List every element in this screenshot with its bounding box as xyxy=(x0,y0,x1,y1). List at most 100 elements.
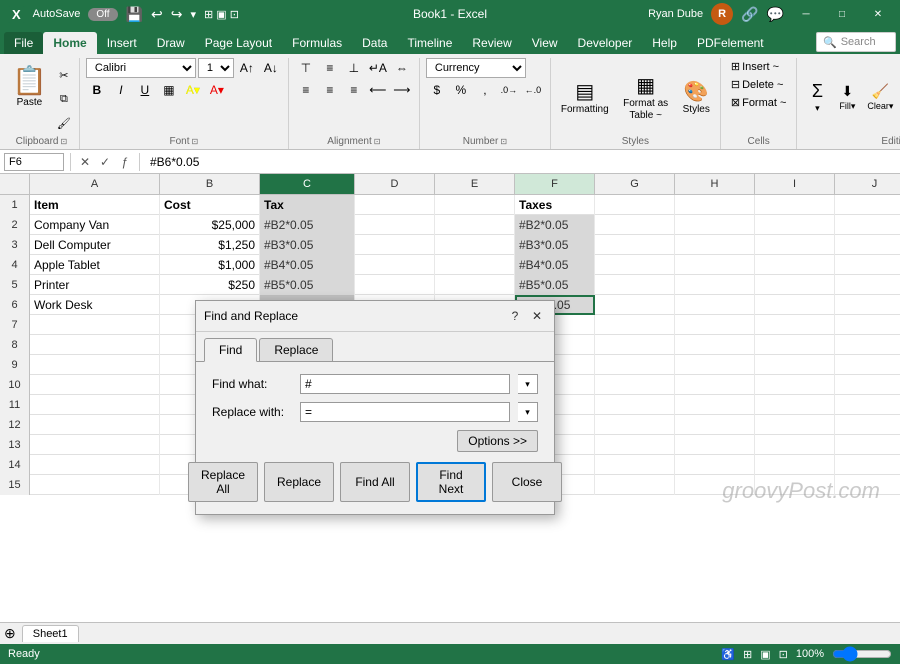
cell-b5[interactable]: $250 xyxy=(160,275,260,295)
find-all-button[interactable]: Find All xyxy=(340,462,410,502)
cell-styles-btn[interactable]: 🎨 Styles xyxy=(679,77,714,118)
formula-input[interactable] xyxy=(146,153,896,171)
cell-a3[interactable]: Dell Computer xyxy=(30,235,160,255)
close-dialog-button[interactable]: Close xyxy=(492,462,562,502)
cell-j5[interactable] xyxy=(835,275,900,295)
cell-h5[interactable] xyxy=(675,275,755,295)
cell-i6[interactable] xyxy=(755,295,835,315)
increase-decimal-btn[interactable]: .0→ xyxy=(498,80,520,100)
cell-b1[interactable]: Cost xyxy=(160,195,260,215)
insert-cells-btn[interactable]: ⊞ Insert ~ xyxy=(727,58,791,75)
cell-f2[interactable]: #B2*0.05 xyxy=(515,215,595,235)
col-header-c[interactable]: C xyxy=(260,174,355,194)
replace-with-input[interactable] xyxy=(300,402,510,422)
cell-f5[interactable]: #B5*0.05 xyxy=(515,275,595,295)
dollar-btn[interactable]: $ xyxy=(426,80,448,100)
row-header-1[interactable]: 1 xyxy=(0,195,30,215)
undo-icon[interactable]: ↩ xyxy=(151,6,163,23)
decrease-decimal-btn[interactable]: ←.0 xyxy=(522,80,544,100)
increase-font-btn[interactable]: A↑ xyxy=(236,58,258,78)
page-layout-btn[interactable]: ▣ xyxy=(760,648,770,661)
cell-a6[interactable]: Work Desk xyxy=(30,295,160,315)
row-header-11[interactable]: 11 xyxy=(0,395,30,415)
cell-d3[interactable] xyxy=(355,235,435,255)
tab-page-layout[interactable]: Page Layout xyxy=(195,32,282,54)
minimize-btn[interactable]: ─ xyxy=(792,4,820,24)
cell-a5[interactable]: Printer xyxy=(30,275,160,295)
share-icon[interactable]: 🔗 xyxy=(741,6,758,23)
cell-j2[interactable] xyxy=(835,215,900,235)
redo-icon[interactable]: ↪ xyxy=(171,6,183,23)
col-header-e[interactable]: E xyxy=(435,174,515,194)
cell-a4[interactable]: Apple Tablet xyxy=(30,255,160,275)
cell-f1[interactable]: Taxes xyxy=(515,195,595,215)
cell-g3[interactable] xyxy=(595,235,675,255)
col-header-a[interactable]: A xyxy=(30,174,160,194)
maximize-btn[interactable]: □ xyxy=(828,4,856,24)
cell-i3[interactable] xyxy=(755,235,835,255)
merge-center-btn[interactable]: ⇔ xyxy=(391,58,413,78)
replace-with-dropdown[interactable]: ▾ xyxy=(518,402,538,422)
cell-i1[interactable] xyxy=(755,195,835,215)
paste-button[interactable]: 📋 Paste xyxy=(8,62,51,134)
format-painter-button[interactable]: 🖌 xyxy=(53,112,75,134)
format-cells-btn[interactable]: ⊠ Format ~ xyxy=(727,94,791,111)
decrease-font-btn[interactable]: A↓ xyxy=(260,58,282,78)
cell-e2[interactable] xyxy=(435,215,515,235)
col-header-h[interactable]: H xyxy=(675,174,755,194)
tab-timeline[interactable]: Timeline xyxy=(397,32,462,54)
cell-a2[interactable]: Company Van xyxy=(30,215,160,235)
align-center-btn[interactable]: ≡ xyxy=(319,80,341,100)
find-next-button[interactable]: Find Next xyxy=(416,462,486,502)
fill-color-button[interactable]: A▾ xyxy=(182,80,204,100)
row-header-2[interactable]: 2 xyxy=(0,215,30,235)
align-bottom-btn[interactable]: ⊥ xyxy=(343,58,365,78)
tab-help[interactable]: Help xyxy=(642,32,687,54)
font-color-button[interactable]: A▾ xyxy=(206,80,228,100)
tab-developer[interactable]: Developer xyxy=(568,32,643,54)
cell-g4[interactable] xyxy=(595,255,675,275)
percent-btn[interactable]: % xyxy=(450,80,472,100)
autosave-toggle[interactable]: Off xyxy=(88,8,117,21)
normal-view-btn[interactable]: ⊞ xyxy=(743,648,752,661)
align-left-btn[interactable]: ≡ xyxy=(295,80,317,100)
font-name-select[interactable]: Calibri xyxy=(86,58,196,78)
page-break-btn[interactable]: ⊡ xyxy=(779,648,788,661)
clear-btn[interactable]: 🧹 Clear▾ xyxy=(863,81,897,114)
col-header-i[interactable]: I xyxy=(755,174,835,194)
search-box[interactable]: 🔍 Search xyxy=(816,32,896,52)
cell-c1[interactable]: Tax xyxy=(260,195,355,215)
number-format-select[interactable]: Currency xyxy=(426,58,526,78)
bold-button[interactable]: B xyxy=(86,80,108,100)
cell-d4[interactable] xyxy=(355,255,435,275)
cell-i5[interactable] xyxy=(755,275,835,295)
comments-icon[interactable]: 💬 xyxy=(767,6,784,23)
copy-button[interactable]: ⧉ xyxy=(53,88,75,110)
cell-c5[interactable]: #B5*0.05 xyxy=(260,275,355,295)
dialog-help-icon[interactable]: ? xyxy=(506,307,524,325)
tab-pdfelement[interactable]: PDFelement xyxy=(687,32,774,54)
col-header-b[interactable]: B xyxy=(160,174,260,194)
cell-d2[interactable] xyxy=(355,215,435,235)
wrap-text-btn[interactable]: ↵A xyxy=(367,58,389,78)
cell-c4[interactable]: #B4*0.05 xyxy=(260,255,355,275)
tab-draw[interactable]: Draw xyxy=(147,32,195,54)
cell-c2[interactable]: #B2*0.05 xyxy=(260,215,355,235)
cell-j6[interactable] xyxy=(835,295,900,315)
tab-data[interactable]: Data xyxy=(352,32,397,54)
col-header-f[interactable]: F xyxy=(515,174,595,194)
underline-button[interactable]: U xyxy=(134,80,156,100)
row-header-7[interactable]: 7 xyxy=(0,315,30,335)
find-what-input[interactable] xyxy=(300,374,510,394)
cell-g5[interactable] xyxy=(595,275,675,295)
cell-g1[interactable] xyxy=(595,195,675,215)
cell-d5[interactable] xyxy=(355,275,435,295)
comma-btn[interactable]: , xyxy=(474,80,496,100)
dialog-tab-replace[interactable]: Replace xyxy=(259,338,333,361)
cell-e5[interactable] xyxy=(435,275,515,295)
row-header-13[interactable]: 13 xyxy=(0,435,30,455)
cell-b4[interactable]: $1,000 xyxy=(160,255,260,275)
row-header-9[interactable]: 9 xyxy=(0,355,30,375)
row-header-15[interactable]: 15 xyxy=(0,475,30,495)
find-replace-dialog[interactable]: Find and Replace ? ✕ Find Replace Find w… xyxy=(195,300,555,515)
